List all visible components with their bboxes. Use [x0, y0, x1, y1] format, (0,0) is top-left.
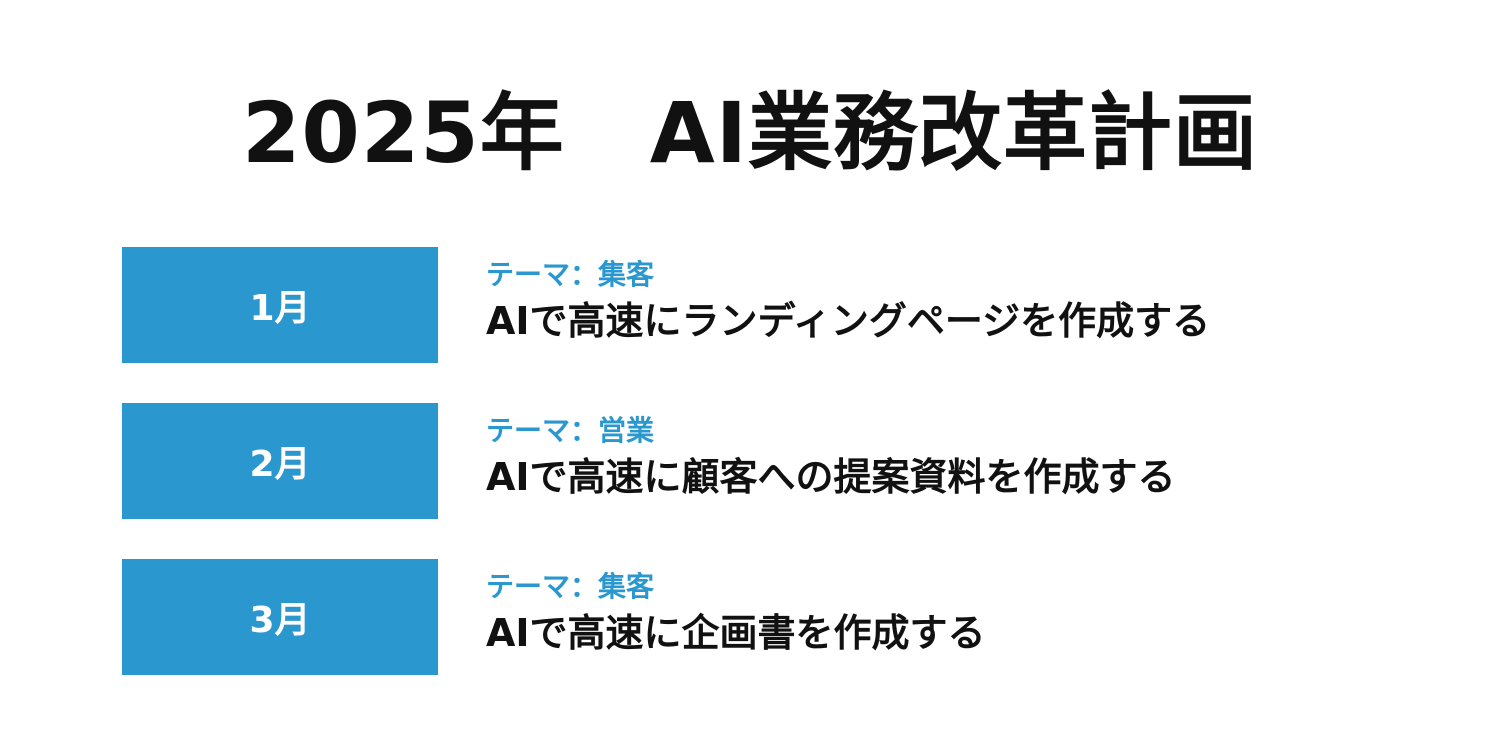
plan-description-january: テーマ：集客 AIで高速にランディングページを作成する — [486, 255, 1406, 347]
task-description: AIで高速に顧客への提案資料を作成する — [486, 455, 1176, 499]
theme-label: テーマ：集客 — [486, 258, 655, 291]
monthly-plan-list: 1月 テーマ：集客 AIで高速にランディングページを作成する 2月 テーマ：営業… — [122, 247, 1422, 715]
month-label-march: 3月 — [122, 559, 438, 675]
page-title: 2025年 AI業務改革計画 — [241, 84, 1259, 182]
plan-description-march: テーマ：集客 AIで高速に企画書を作成する — [486, 567, 1406, 659]
plan-row-january: 1月 テーマ：集客 AIで高速にランディングページを作成する — [122, 247, 1422, 363]
task-description: AIで高速にランディングページを作成する — [486, 299, 1211, 343]
plan-row-february: 2月 テーマ：営業 AIで高速に顧客への提案資料を作成する — [122, 403, 1422, 519]
month-label-february: 2月 — [122, 403, 438, 519]
theme-label: テーマ：集客 — [486, 570, 655, 603]
month-label-january: 1月 — [122, 247, 438, 363]
slide-page: 2025年 AI業務改革計画 1月 テーマ：集客 AIで高速にランディングページ… — [0, 0, 1500, 750]
task-description: AIで高速に企画書を作成する — [486, 611, 986, 655]
theme-label: テーマ：営業 — [486, 414, 655, 447]
plan-row-march: 3月 テーマ：集客 AIで高速に企画書を作成する — [122, 559, 1422, 675]
plan-description-february: テーマ：営業 AIで高速に顧客への提案資料を作成する — [486, 411, 1406, 503]
